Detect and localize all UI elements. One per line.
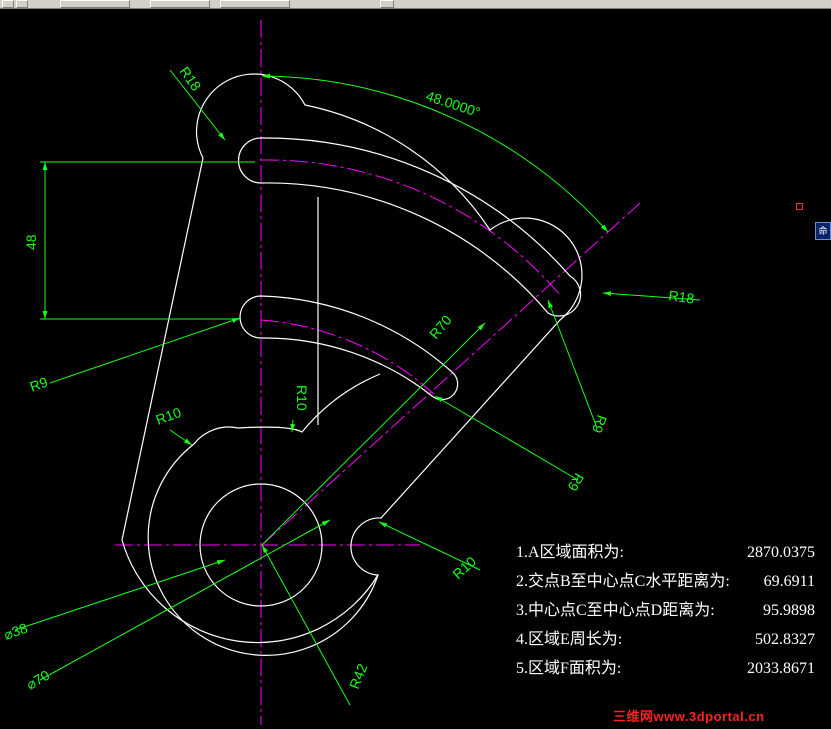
cad-drawing: R18 48.0000° 48 R18 R70 R9 R10 R10 R9 R9… (2, 20, 815, 725)
result-label-4: 4.区域E周长为: (516, 630, 622, 648)
inner-slot-arc-centerline (260, 319, 436, 396)
result-label-2: 2.交点B至中心点C水平距离为: (516, 572, 730, 590)
result-value-1: 2870.0375 (747, 544, 815, 561)
dim-r42: R42 (346, 661, 371, 691)
inner-slot (239, 295, 459, 401)
result-value-2: 69.6911 (764, 573, 815, 590)
dim-height-48: 48 (23, 234, 39, 250)
grip-marker (796, 203, 803, 210)
dim-r9-left: R9 (28, 374, 50, 395)
leader-r10-mid (290, 419, 296, 433)
dim-r18-right: R18 (668, 287, 696, 306)
outer-boundary-lower (121, 539, 379, 644)
dim-r70: R70 (426, 312, 455, 342)
result-label-5: 5.区域F面积为: (516, 659, 621, 677)
results-table: 1.A区域面积为: 2870.0375 2.交点B至中心点C水平距离为: 69.… (516, 543, 815, 677)
result-value-4: 502.8327 (755, 631, 815, 648)
result-value-3: 95.9898 (763, 602, 815, 619)
left-tangent-line (121, 157, 204, 541)
leader-r9-lower (434, 395, 579, 481)
dimension-labels: R18 48.0000° 48 R18 R70 R9 R10 R10 R9 R9… (2, 64, 696, 693)
result-label-1: 1.A区域面积为: (516, 543, 624, 561)
command-tab[interactable]: 命 (815, 222, 831, 240)
outer-slot-arc-centerline (260, 159, 561, 296)
outer-boundary-upper (147, 73, 583, 656)
inner-web (193, 373, 381, 445)
result-label-3: 3.中心点C至中心点D距离为: (516, 601, 715, 619)
dim-r10-left: R10 (154, 404, 184, 428)
part-outline (121, 73, 583, 656)
result-value-5: 2033.8671 (747, 660, 815, 677)
dim-dia38: ⌀38 (2, 620, 30, 643)
angled-centerline (261, 202, 641, 546)
dim-angle: 48.0000° (424, 88, 482, 121)
dim-r10-mid: R10 (294, 385, 310, 411)
leader-r9-right (547, 299, 598, 429)
watermark-logo: 三维网www.3dportal.cn (613, 709, 765, 724)
leader-r70 (261, 322, 486, 546)
leader-r10-left (169, 429, 193, 446)
centerlines (115, 20, 641, 725)
outer-slot (237, 137, 582, 317)
leader-r42 (261, 544, 351, 706)
leader-r9-left (49, 317, 241, 384)
dim-dia70: ⌀70 (24, 667, 53, 693)
dim-r18-top: R18 (177, 64, 205, 94)
